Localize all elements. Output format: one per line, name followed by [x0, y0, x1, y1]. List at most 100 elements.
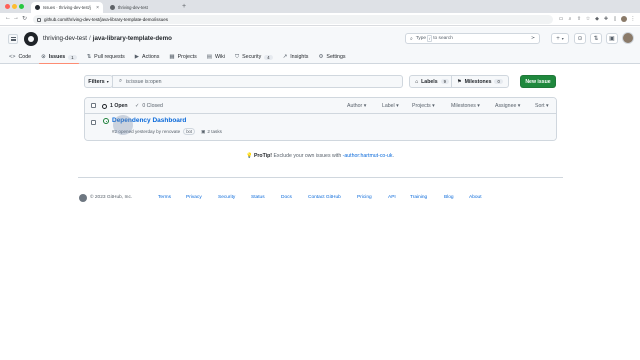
open-issues-tab[interactable]: 1 Open [102, 103, 128, 109]
extension-icon[interactable]: ◆ [594, 16, 600, 22]
tag-icon: ⌂ [415, 78, 419, 85]
list-item[interactable]: Dependency Dashboard #2 opened yesterday… [85, 114, 556, 140]
avatar[interactable] [622, 32, 634, 44]
issues-shortcut-button[interactable]: ⊙ [574, 33, 586, 44]
command-palette-icon[interactable]: ≻ [531, 36, 535, 41]
browser-tab-title: Issues · thriving-dev-test/j [43, 5, 91, 10]
tab-pull-requests[interactable]: ⇅ Pull requests [87, 50, 125, 64]
book-icon: ▤ [206, 54, 212, 60]
zoom-icon[interactable]: ⌕ [567, 16, 573, 22]
issue-opened-icon: ⊙ [577, 36, 583, 42]
pull-request-icon: ⇅ [86, 54, 92, 60]
filters-dropdown-button[interactable]: Filters ▾ [84, 75, 113, 88]
notifications-button[interactable]: ▣ [606, 33, 618, 44]
protip-prefix: ProTip! [253, 153, 272, 159]
tab-label: Security [242, 54, 262, 60]
assignee-filter[interactable]: Assignee ▾ [495, 103, 520, 109]
projects-filter[interactable]: Projects ▾ [412, 103, 435, 109]
tab-projects[interactable]: ▦ Projects [169, 50, 196, 64]
footer-link-status[interactable]: Status [251, 195, 265, 200]
share-icon[interactable]: ⇪ [576, 16, 582, 22]
footer-link-blog[interactable]: Blog [444, 195, 454, 200]
tab-label: Code [18, 54, 32, 60]
repo-link[interactable]: java-library-template-demo [93, 35, 172, 42]
bookmark-star-icon[interactable]: ☆ [585, 16, 591, 22]
github-header: thriving-dev-test / java-library-template-… [0, 27, 640, 64]
select-all-checkbox[interactable] [91, 103, 96, 108]
issues-list: 1 Open ✓ 0 Closed Author ▾ Label ▾ Projec… [84, 97, 557, 141]
tab-label: Insights [290, 54, 309, 60]
footer-link-about[interactable]: About [469, 195, 482, 200]
owner-link[interactable]: thriving-dev-test [43, 35, 87, 42]
extensions-puzzle-icon[interactable]: ✚ [603, 16, 609, 22]
issues-counter: 1 [68, 54, 77, 60]
repo-nav: <> Code ⊙ Issues 1 ⇅ Pull requests ▶ Actions … [0, 50, 640, 64]
minimize-window-button[interactable] [12, 4, 17, 9]
search-prefix: Type [415, 36, 427, 41]
global-search-input[interactable]: ⌕ Type / to search ≻ [405, 33, 540, 44]
pull-requests-shortcut-button[interactable]: ⇅ [590, 33, 602, 44]
footer-link-terms[interactable]: Terms [158, 195, 171, 200]
chevron-down-icon: ▾ [106, 79, 109, 84]
maximize-window-button[interactable] [19, 4, 24, 9]
milestones-button[interactable]: ⚑ Milestones 0 [451, 75, 509, 88]
footer-link-api[interactable]: API [388, 195, 396, 200]
footer-link-pricing[interactable]: Pricing [357, 195, 372, 200]
footer-link-contact[interactable]: Contact GitHub [308, 195, 341, 200]
search-icon: ⌕ [119, 78, 123, 84]
author-filter[interactable]: Author ▾ [347, 103, 366, 109]
footer-link-docs[interactable]: Docs [281, 195, 292, 200]
protip-link[interactable]: -author:hartmut-co-uk [343, 153, 393, 159]
table-icon: ▦ [169, 54, 175, 60]
tab-issues[interactable]: ⊙ Issues 1 [39, 50, 80, 64]
tab-code[interactable]: <> Code [9, 50, 31, 64]
labels-counter: 9 [440, 79, 449, 84]
new-tab-button[interactable]: + [182, 3, 186, 10]
browser-menu-icon[interactable]: ⋮ [630, 16, 636, 22]
protip: 💡 ProTip! Exclude your own issues with -… [0, 153, 640, 159]
tab-label: Settings [326, 54, 346, 60]
sort-filter[interactable]: Sort ▾ [535, 103, 549, 109]
close-window-button[interactable] [5, 4, 10, 9]
issue-checkbox[interactable] [91, 120, 96, 125]
new-issue-button[interactable]: New issue [520, 75, 556, 88]
profile-icon[interactable] [621, 16, 627, 22]
browser-tab-issues[interactable]: Issues · thriving-dev-test/j × [31, 2, 103, 13]
milestones-filter[interactable]: Milestones ▾ [451, 103, 480, 109]
close-tab-icon[interactable]: × [96, 5, 99, 11]
footer-link-security[interactable]: Security [218, 195, 235, 200]
footer-link-privacy[interactable]: Privacy [186, 195, 202, 200]
milestone-icon: ⚑ [457, 78, 462, 85]
reload-icon[interactable]: ↻ [22, 15, 27, 22]
github-logo-icon[interactable] [24, 32, 38, 46]
plus-icon: + [556, 35, 560, 42]
browser-toolbar: ← → ↻ github.com/thriving-dev-test/java-… [0, 13, 640, 26]
sidebar-icon[interactable]: ▯ [612, 16, 618, 22]
closed-issues-tab[interactable]: ✓ 0 Closed [135, 103, 163, 109]
install-app-icon[interactable]: ▭ [558, 16, 564, 22]
tab-label: Projects [177, 54, 197, 60]
hamburger-menu-icon[interactable] [8, 34, 18, 44]
create-new-button[interactable]: + ▾ [551, 33, 569, 44]
label-filter[interactable]: Label ▾ [382, 103, 399, 109]
issue-search-input[interactable]: ⌕ is:issue is:open [112, 75, 403, 88]
github-logo-icon[interactable] [79, 194, 87, 202]
tasks-progress[interactable]: ▣ 2 tasks [201, 129, 222, 135]
github-favicon-icon [110, 5, 115, 10]
tab-security[interactable]: ⛉ Security 4 [235, 50, 273, 64]
address-bar[interactable]: github.com/thriving-dev-test/java-librar… [33, 15, 553, 24]
tab-actions[interactable]: ▶ Actions [135, 50, 160, 64]
forward-icon[interactable]: → [13, 15, 19, 21]
url-text: github.com/thriving-dev-test/java-librar… [44, 17, 169, 22]
back-icon[interactable]: ← [5, 15, 11, 21]
labels-button[interactable]: ⌂ Labels 9 [409, 75, 452, 88]
shield-icon: ⛉ [234, 53, 240, 60]
tab-settings[interactable]: ⚙ Settings [318, 50, 345, 64]
tab-insights[interactable]: ↗ Insights [283, 50, 309, 64]
checklist-icon: ▣ [201, 128, 206, 134]
footer-link-training[interactable]: Training [410, 195, 427, 200]
tab-wiki[interactable]: ▤ Wiki [207, 50, 225, 64]
browser-tab-org[interactable]: thriving-dev-test [106, 2, 178, 13]
open-count-label: 1 Open [110, 103, 128, 109]
check-icon: ✓ [135, 103, 140, 109]
